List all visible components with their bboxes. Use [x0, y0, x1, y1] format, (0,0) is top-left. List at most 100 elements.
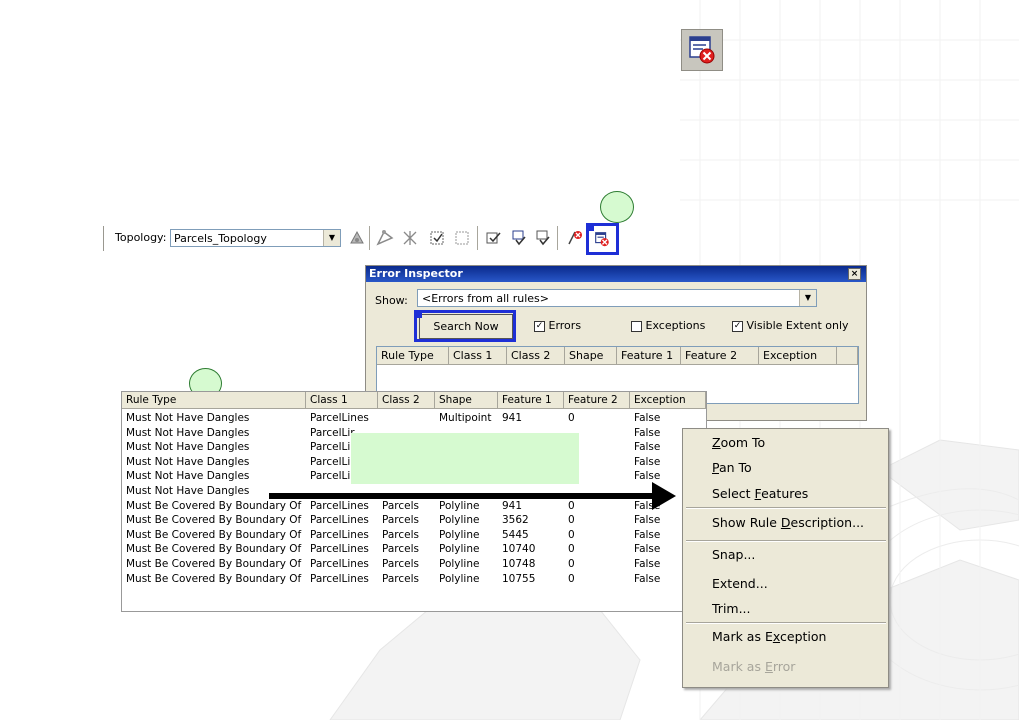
menu-separator [686, 622, 886, 624]
table-cell: Parcels [382, 543, 420, 556]
menu-item-mark-as-exception[interactable]: Mark as Exception [712, 629, 826, 644]
column-header[interactable]: Shape [565, 347, 617, 365]
mnemonic: x [772, 629, 781, 644]
table-row[interactable]: Must Be Covered By Boundary Of ParcelLine… [122, 499, 706, 514]
table-cell: 10740 [502, 543, 536, 556]
table-row[interactable]: Must Be Covered By Boundary Of ParcelLine… [122, 542, 706, 557]
menu-item-extend[interactable]: Extend... [712, 576, 768, 591]
table-cell: Polyline [439, 499, 480, 512]
column-header[interactable]: Class 1 [449, 347, 507, 365]
column-header[interactable]: Class 2 [507, 347, 565, 365]
table-cell: Must Be Covered By Boundary Of [126, 543, 302, 556]
menu-item-mark-as-error: Mark as Error [712, 659, 795, 674]
menu-label: rror [772, 659, 796, 674]
mnemonic: E [764, 659, 773, 674]
menu-item-trim[interactable]: Trim... [712, 601, 751, 616]
mnemonic: D [780, 515, 791, 530]
construct-features-icon[interactable] [375, 228, 395, 248]
table-cell: Must Be Covered By Boundary Of [126, 528, 302, 541]
menu-separator [686, 540, 886, 542]
validate-selection-icon[interactable] [509, 228, 529, 248]
toolbar-separator [369, 226, 371, 250]
show-rules-combo[interactable]: <Errors from all rules> ▼ [417, 289, 817, 307]
table-cell: Must Not Have Dangles [126, 412, 250, 424]
topology-combo-value: Parcels_Topology [174, 232, 267, 245]
topology-edit-icon[interactable] [347, 228, 367, 248]
show-rules-value: <Errors from all rules> [422, 292, 549, 305]
table-cell [378, 411, 435, 426]
errors-label: Errors [548, 319, 582, 332]
errors-check-box[interactable]: ✓ [534, 320, 545, 332]
menu-label: escription... [790, 515, 865, 530]
column-header[interactable]: Class 1 [306, 392, 378, 409]
menu-label: eatures [761, 486, 809, 501]
table-cell: False [634, 412, 661, 424]
visible-extent-label: Visible Extent only [746, 319, 849, 332]
menu-item-show-rule-description[interactable]: Show Rule Description... [712, 515, 864, 530]
planarize-icon[interactable] [400, 228, 420, 248]
table-cell: 3562 [502, 514, 529, 527]
menu-item-select-features[interactable]: Select Features [712, 486, 808, 501]
exceptions-checkbox[interactable]: Exceptions [631, 319, 705, 332]
column-header[interactable]: Class 2 [378, 392, 435, 409]
table-cell: ParcelLines [310, 543, 369, 556]
menu-label: Show Rule [712, 515, 781, 530]
column-header[interactable]: Exception [630, 392, 706, 409]
toolbar-separator [557, 226, 559, 250]
exceptions-check-box[interactable] [631, 320, 642, 332]
close-icon[interactable]: × [848, 268, 861, 280]
visible-extent-checkbox[interactable]: ✓ Visible Extent only [732, 319, 849, 332]
table-row[interactable]: Must Be Covered By Boundary Of ParcelLine… [122, 572, 706, 587]
toolbar-grip[interactable] [101, 226, 104, 251]
table-cell: Polyline [439, 528, 480, 541]
column-header[interactable]: Shape [435, 392, 498, 409]
table-cell: 0 [568, 499, 575, 512]
visible-extent-check-box[interactable]: ✓ [732, 320, 743, 332]
toolbar-separator [477, 226, 479, 250]
column-header[interactable]: Rule Type [377, 347, 449, 365]
error-inspector-title: Error Inspector [369, 267, 463, 280]
table-cell: Multipoint [439, 412, 492, 424]
validate-topology-icon[interactable] [483, 228, 503, 248]
table-cell: 0 [568, 557, 575, 570]
table-cell: ParcelLines [310, 572, 369, 585]
column-header[interactable]: Feature 2 [564, 392, 630, 409]
error-inspector-icon[interactable] [592, 229, 612, 249]
errors-checkbox[interactable]: ✓ Errors [534, 319, 581, 332]
table-cell: Parcels [382, 514, 420, 527]
menu-label: an To [718, 460, 752, 475]
menu-item-pan-to[interactable]: Pan To [712, 460, 752, 475]
column-header[interactable]: Rule Type [122, 392, 306, 409]
table-cell: Polyline [439, 572, 480, 585]
table-row[interactable]: Must Be Covered By Boundary Of ParcelLine… [122, 528, 706, 543]
table-row[interactable]: Must Be Covered By Boundary Of ParcelLine… [122, 513, 706, 528]
column-header[interactable]: Feature 1 [617, 347, 681, 365]
table-cell: 0 [568, 543, 575, 556]
topology-combo[interactable]: Parcels_Topology ▼ [170, 229, 341, 247]
table-cell: ParcelLines [310, 557, 369, 570]
topology-label: Topology: [115, 231, 167, 244]
fix-error-icon[interactable] [565, 228, 585, 248]
table-cell: 5445 [502, 528, 529, 541]
arrow-shaft [269, 493, 656, 499]
column-header[interactable]: Exception [759, 347, 837, 365]
table-row[interactable]: Must Not Have Dangles ParcelLines Multipoi… [122, 411, 706, 426]
table-cell: 10755 [502, 572, 536, 585]
table-cell: Polyline [439, 543, 480, 556]
arrow-head [652, 482, 676, 510]
callout-circle-toolbar [600, 191, 634, 223]
column-header[interactable]: Feature 2 [681, 347, 759, 365]
validate-icon[interactable] [427, 228, 447, 248]
validate-all-icon[interactable] [533, 228, 553, 248]
menu-item-zoom-to[interactable]: Zoom To [712, 435, 765, 450]
column-header[interactable]: Feature 1 [498, 392, 564, 409]
callout-box [351, 433, 579, 484]
table-row[interactable]: Must Be Covered By Boundary Of ParcelLine… [122, 557, 706, 572]
table-cell: Parcels [382, 528, 420, 541]
table-cell: Must Not Have Dangles [126, 426, 250, 439]
dropdown-arrow-icon[interactable]: ▼ [323, 230, 340, 246]
table-cell: 941 [502, 412, 523, 424]
dropdown-arrow-icon[interactable]: ▼ [799, 290, 816, 306]
validate-extent-icon[interactable] [452, 228, 472, 248]
menu-item-snap[interactable]: Snap... [712, 547, 755, 562]
